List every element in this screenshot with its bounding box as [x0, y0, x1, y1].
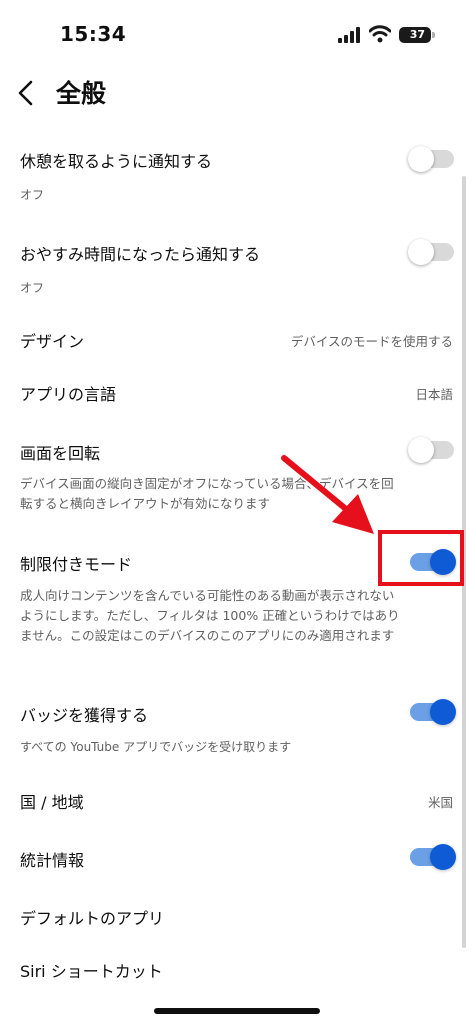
- region-value[interactable]: 米国: [428, 792, 453, 811]
- take-break-status: オフ: [20, 188, 45, 202]
- wifi-icon: [369, 25, 391, 43]
- default-apps-label[interactable]: デフォルトのアプリ: [20, 905, 164, 929]
- cellular-signal-icon: [338, 27, 360, 43]
- rotate-toggle[interactable]: [408, 437, 454, 463]
- toggle-knob: [408, 146, 434, 172]
- badges-toggle[interactable]: [410, 699, 456, 725]
- restricted-mode-description: 成人向けコンテンツを含んでいる可能性のある動画が表示されないようにします。ただし…: [20, 588, 400, 643]
- take-break-toggle[interactable]: [408, 146, 454, 172]
- annotation-arrow-icon: [281, 455, 374, 534]
- battery-cap: [432, 32, 435, 38]
- back-chevron-icon[interactable]: [12, 76, 42, 110]
- siri-shortcuts-label[interactable]: Siri ショートカット: [20, 958, 163, 982]
- battery-icon: 37: [399, 27, 431, 43]
- settings-general-page: 15:34 37 全般 休憩を取るように通知する オフ おやすみ時間になったら通…: [0, 0, 473, 1024]
- take-break-label[interactable]: 休憩を取るように通知する: [20, 148, 212, 172]
- stats-toggle[interactable]: [410, 844, 456, 870]
- annotation-highlight-box: [378, 530, 464, 586]
- bedtime-status: オフ: [20, 281, 45, 295]
- bedtime-toggle[interactable]: [408, 239, 454, 265]
- status-time: 15:34: [60, 22, 127, 46]
- restricted-mode-label[interactable]: 制限付きモード: [20, 551, 132, 575]
- app-language-value[interactable]: 日本語: [415, 384, 453, 403]
- app-language-label[interactable]: アプリの言語: [20, 381, 116, 405]
- page-title: 全般: [56, 79, 107, 108]
- region-label[interactable]: 国 / 地域: [20, 789, 84, 813]
- toggle-knob: [408, 239, 434, 265]
- toggle-knob: [430, 699, 456, 725]
- rotate-label[interactable]: 画面を回転: [20, 440, 100, 464]
- bedtime-label[interactable]: おやすみ時間になったら通知する: [20, 241, 260, 265]
- badges-label[interactable]: バッジを獲得する: [20, 702, 148, 726]
- design-label[interactable]: デザイン: [20, 328, 84, 352]
- badges-description: すべての YouTube アプリでバッジを受け取ります: [20, 740, 292, 754]
- battery-level: 37: [409, 28, 425, 41]
- stats-label[interactable]: 統計情報: [20, 847, 84, 871]
- toggle-knob: [430, 844, 456, 870]
- toggle-knob: [408, 437, 434, 463]
- home-indicator[interactable]: [154, 1008, 320, 1014]
- design-value[interactable]: デバイスのモードを使用する: [291, 331, 453, 350]
